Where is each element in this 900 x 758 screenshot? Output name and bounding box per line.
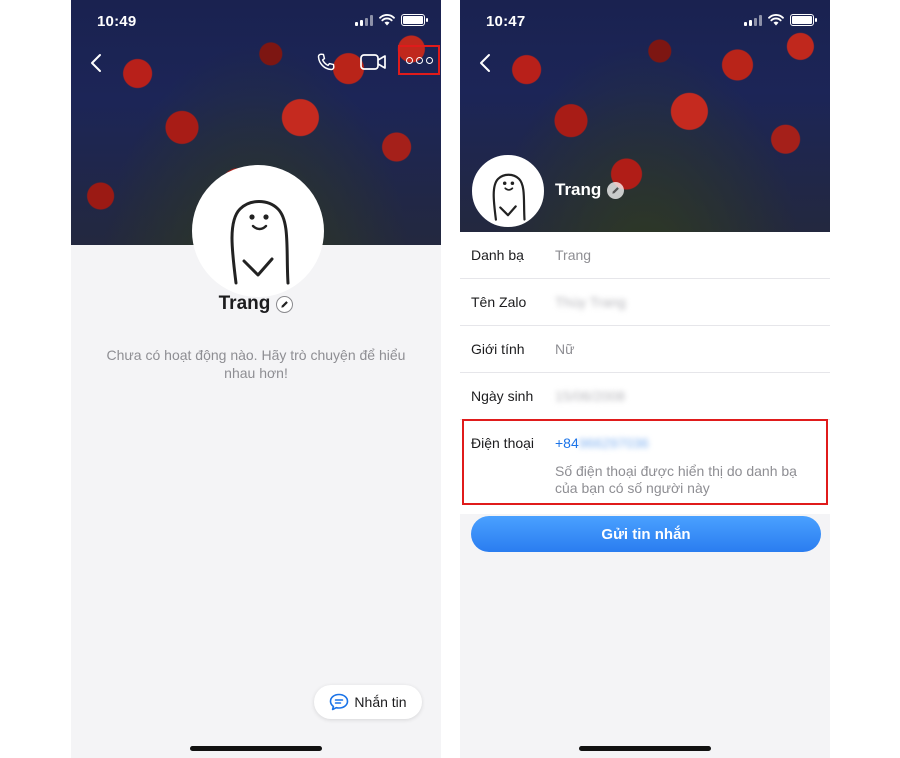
phone-highlight-box: [462, 419, 828, 505]
empty-activity-text: Chưa có hoạt động nào. Hãy trò chuyện để…: [106, 347, 406, 381]
home-indicator[interactable]: [579, 746, 711, 751]
call-button[interactable]: [311, 48, 341, 76]
status-bar: 10:47: [460, 0, 830, 40]
status-icons: [744, 14, 817, 26]
message-button-label: Nhắn tin: [354, 694, 407, 710]
chevron-left-icon: [91, 54, 101, 72]
video-call-button[interactable]: [356, 48, 390, 76]
video-camera-icon: [360, 54, 386, 70]
info-value-blurred: Thùy Trang: [555, 294, 626, 310]
info-label: Tên Zalo: [471, 294, 527, 310]
more-options-button[interactable]: [398, 45, 440, 75]
profile-name: Trang: [218, 293, 271, 314]
phone-icon: [317, 53, 335, 71]
battery-icon: [401, 14, 428, 26]
info-row-zalo-name: Tên Zalo Thùy Trang: [460, 279, 830, 326]
status-time: 10:49: [97, 13, 137, 30]
info-label: Giới tính: [471, 341, 525, 357]
message-button[interactable]: Nhắn tin: [314, 685, 422, 719]
info-label: Ngày sinh: [471, 388, 534, 404]
profile-screen-info: 10:47 Trang Danh bạ Trang Tên Zalo Thùy …: [460, 0, 830, 758]
wifi-icon: [768, 14, 784, 26]
wifi-icon: [379, 14, 395, 26]
send-message-label: Gửi tin nhắn: [601, 525, 691, 543]
send-message-button[interactable]: Gửi tin nhắn: [471, 516, 821, 552]
signal-icon: [744, 14, 762, 26]
chat-bubble-icon: [330, 693, 349, 711]
back-button[interactable]: [81, 48, 111, 78]
chevron-left-icon: [480, 54, 490, 72]
info-value-blurred: 15/06/2008: [555, 388, 626, 404]
profile-name: Trang: [555, 180, 602, 199]
more-dots-icon: [405, 56, 433, 64]
info-value: Nữ: [555, 341, 575, 357]
edit-name-button[interactable]: [276, 295, 294, 313]
back-button[interactable]: [470, 48, 500, 78]
avatar-doodle-icon: [492, 173, 526, 221]
signal-icon: [355, 14, 373, 26]
status-time: 10:47: [486, 13, 526, 30]
pencil-icon: [612, 186, 620, 194]
pencil-icon: [281, 300, 289, 308]
profile-screen-activity: 10:49 Trang Chưa có hoạt động nào. Hãy t…: [71, 0, 441, 758]
home-indicator[interactable]: [190, 746, 322, 751]
info-row-contact-name: Danh bạ Trang: [460, 232, 830, 279]
avatar-doodle-icon: [230, 200, 290, 285]
profile-name-row: Trang: [555, 180, 625, 200]
avatar[interactable]: [472, 155, 544, 227]
info-row-birthday: Ngày sinh 15/06/2008: [460, 373, 830, 420]
status-icons: [355, 14, 428, 26]
info-value: Trang: [555, 247, 592, 263]
edit-name-button[interactable]: [607, 181, 625, 199]
status-bar: 10:49: [71, 0, 441, 40]
battery-icon: [790, 14, 817, 26]
info-row-gender: Giới tính Nữ: [460, 326, 830, 373]
profile-name-row: Trang: [71, 293, 441, 315]
avatar[interactable]: [192, 165, 324, 297]
info-label: Danh bạ: [471, 247, 524, 263]
